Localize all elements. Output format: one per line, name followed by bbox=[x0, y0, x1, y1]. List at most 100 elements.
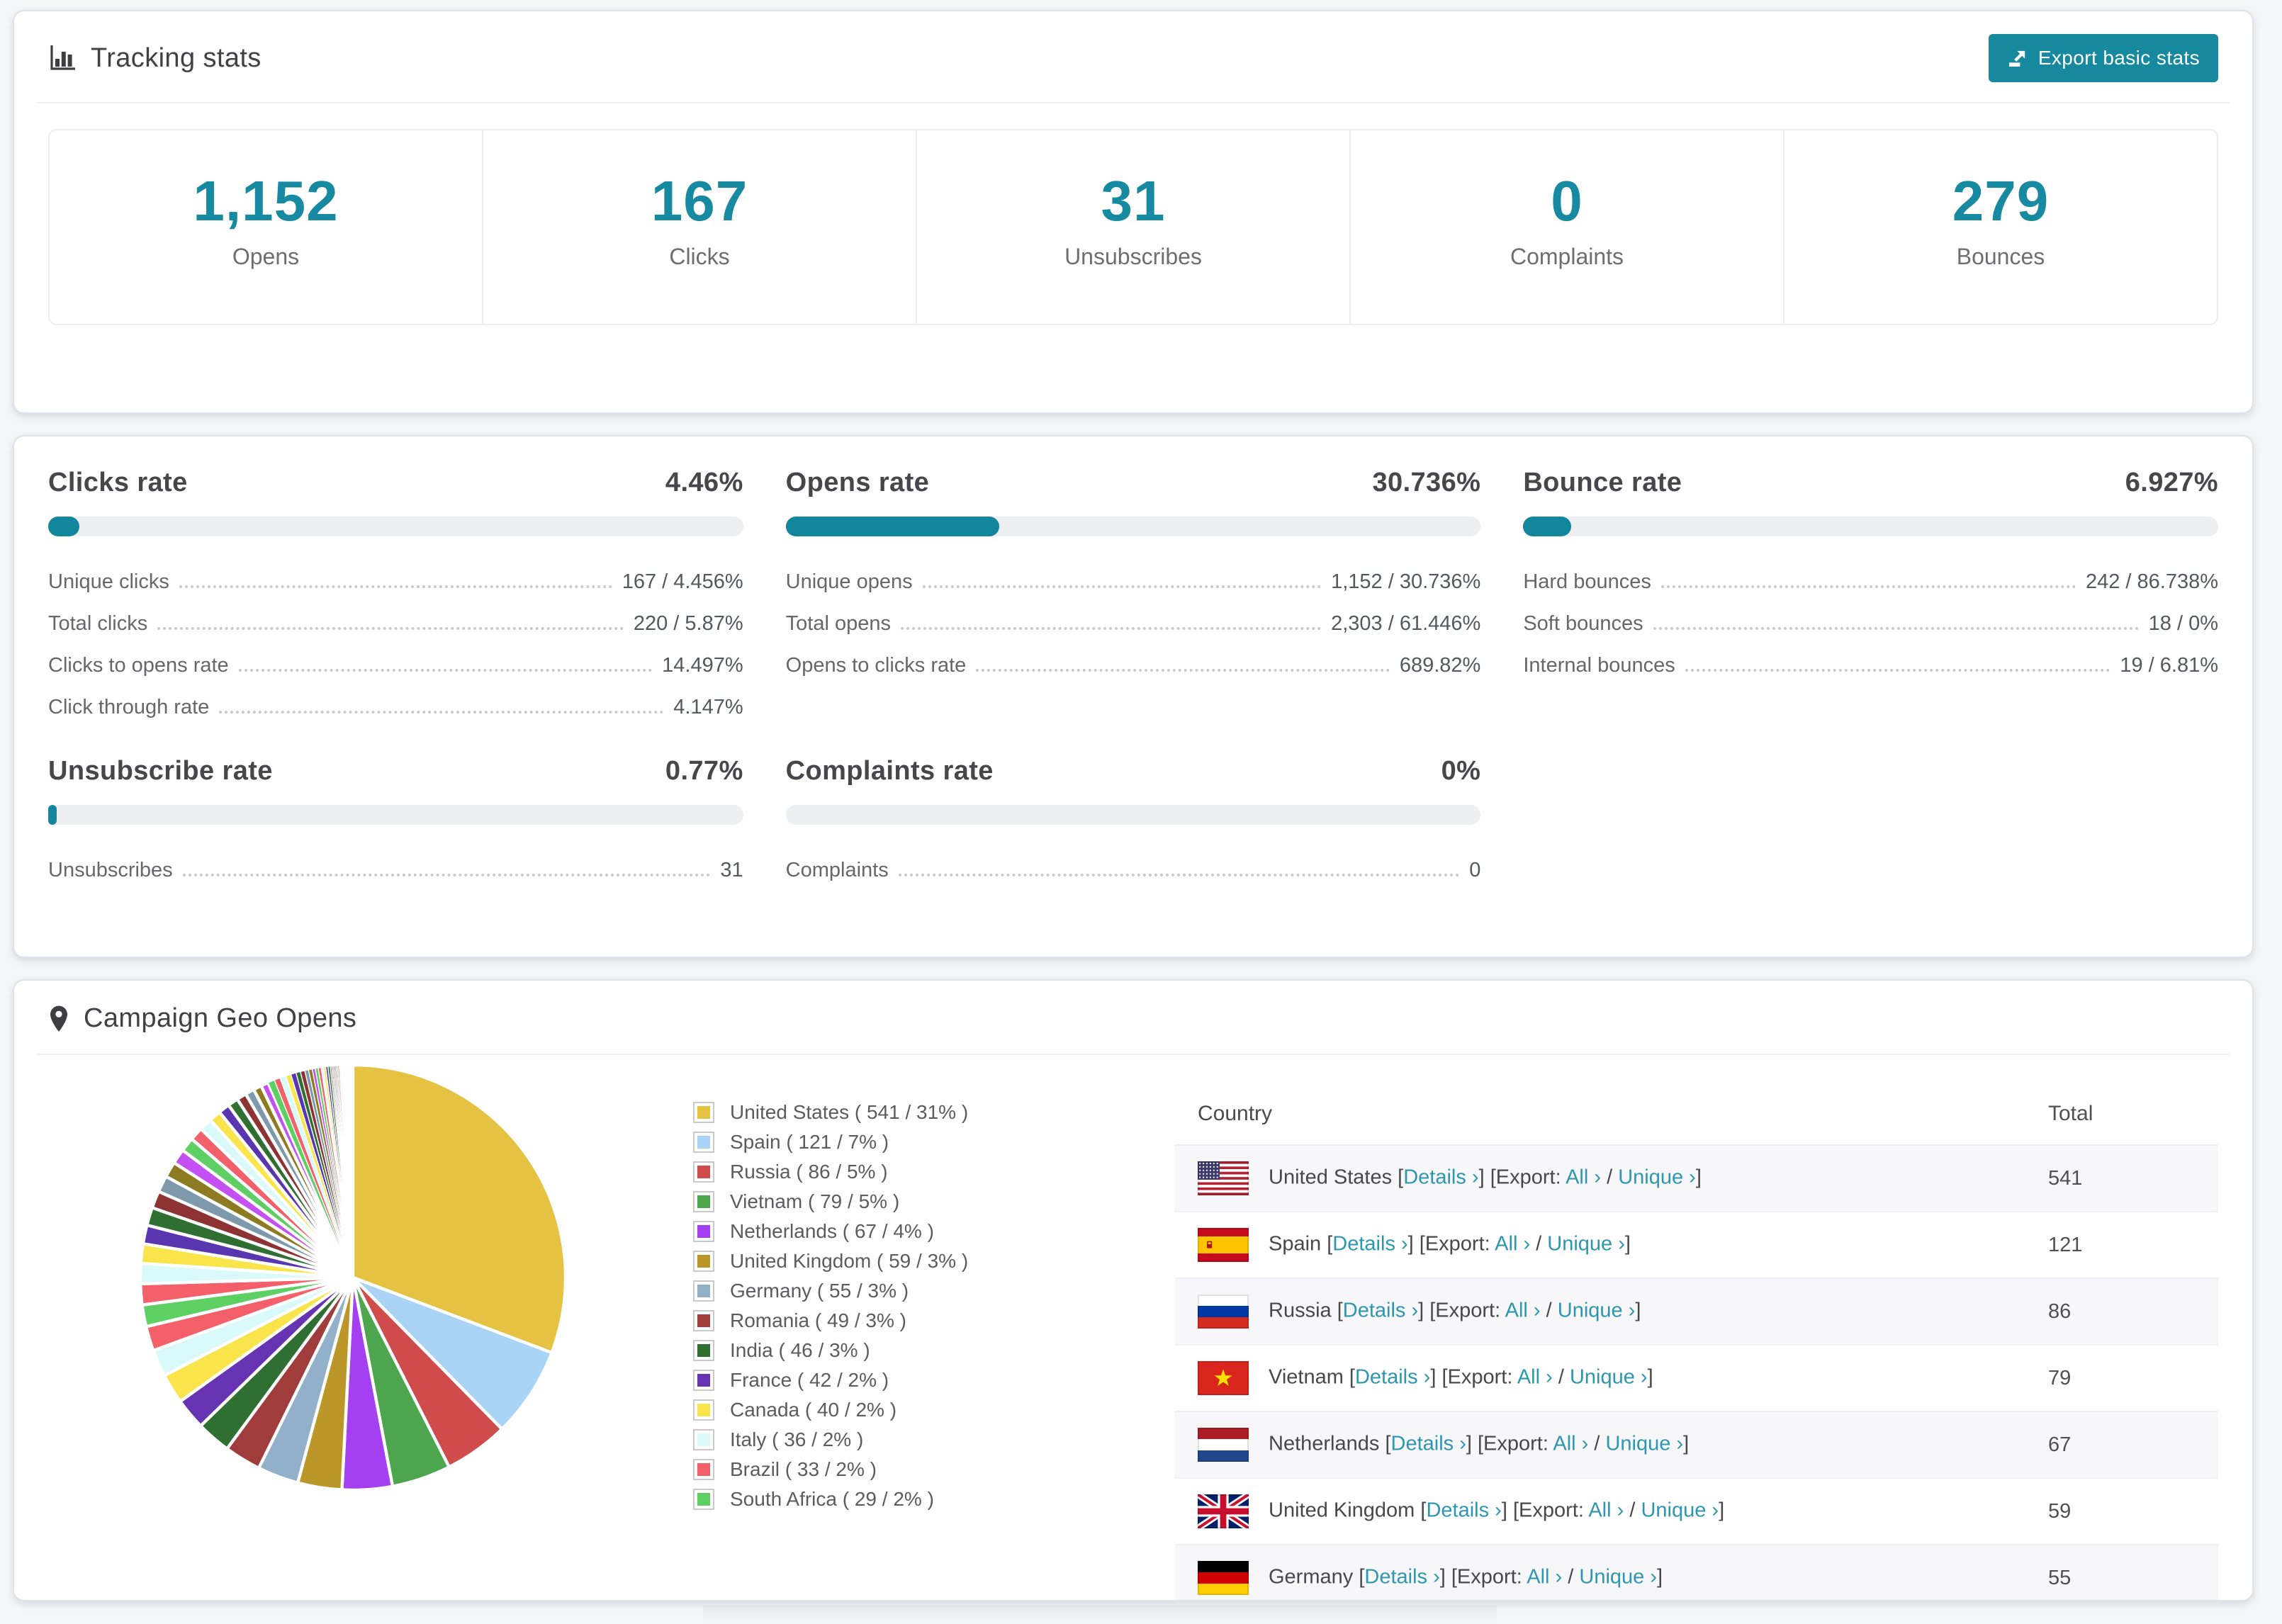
legend-swatch bbox=[693, 1102, 714, 1123]
details-link[interactable]: Details › bbox=[1403, 1166, 1478, 1189]
dotted-leader bbox=[179, 585, 612, 588]
rate-row-clicks-to-opens-rate: Clicks to opens rate 14.497% bbox=[48, 654, 743, 677]
rate-row-complaints: Complaints 0 bbox=[786, 859, 1481, 882]
details-link[interactable]: Details › bbox=[1343, 1299, 1418, 1322]
export-unique-link[interactable]: Unique › bbox=[1641, 1499, 1719, 1522]
legend-item-romania: Romania ( 49 / 3% ) bbox=[693, 1306, 1132, 1336]
rate-row-label: Clicks to opens rate bbox=[48, 654, 229, 677]
details-link[interactable]: Details › bbox=[1364, 1566, 1439, 1589]
stat-complaints: 0 Complaints bbox=[1349, 130, 1783, 324]
header-divider bbox=[37, 102, 2230, 103]
rate-row-total-opens: Total opens 2,303 / 61.446% bbox=[786, 612, 1481, 636]
legend-swatch bbox=[693, 1370, 714, 1391]
legend-label: Netherlands ( 67 / 4% ) bbox=[730, 1220, 934, 1242]
export-unique-link[interactable]: Unique › bbox=[1547, 1233, 1625, 1256]
export-all-link[interactable]: All › bbox=[1527, 1566, 1562, 1589]
legend-swatch bbox=[693, 1310, 714, 1331]
details-link[interactable]: Details › bbox=[1426, 1499, 1501, 1522]
details-link[interactable]: Details › bbox=[1355, 1366, 1430, 1389]
geo-opens-card: Campaign Geo Opens United States ( 541 /… bbox=[13, 979, 2254, 1601]
legend-item-canada: Canada ( 40 / 2% ) bbox=[693, 1395, 1132, 1425]
geo-content: United States ( 541 / 31% ) Spain ( 121 /… bbox=[14, 1055, 2252, 1600]
geo-opens-title: Campaign Geo Opens bbox=[84, 1003, 357, 1033]
rates-grid: Clicks rate 4.46% Unique clicks 167 / 4.456… bbox=[14, 436, 2252, 913]
export-unique-link[interactable]: Unique › bbox=[1579, 1566, 1657, 1589]
export-all-link[interactable]: All › bbox=[1505, 1299, 1541, 1322]
legend-item-brazil: Brazil ( 33 / 2% ) bbox=[693, 1455, 1132, 1484]
country-name: Spain bbox=[1269, 1232, 1327, 1256]
rate-title: Clicks rate bbox=[48, 468, 188, 497]
export-all-link[interactable]: All › bbox=[1517, 1366, 1553, 1389]
export-unique-link[interactable]: Unique › bbox=[1570, 1366, 1648, 1389]
legend-item-united-kingdom: United Kingdom ( 59 / 3% ) bbox=[693, 1246, 1132, 1276]
rate-row-unique-opens: Unique opens 1,152 / 30.736% bbox=[786, 570, 1481, 594]
export-all-link[interactable]: All › bbox=[1553, 1433, 1588, 1455]
flag-ru-icon bbox=[1198, 1295, 1249, 1329]
legend-item-india: India ( 46 / 3% ) bbox=[693, 1336, 1132, 1365]
country-name: Russia bbox=[1269, 1299, 1337, 1322]
export-basic-stats-button[interactable]: Export basic stats bbox=[1988, 34, 2218, 82]
column-header-country: Country bbox=[1198, 1102, 1273, 1125]
export-label: ] [Export: bbox=[1439, 1565, 1527, 1589]
rate-head: Complaints rate 0% bbox=[786, 756, 1481, 786]
rate-row-label: Internal bounces bbox=[1523, 654, 1675, 677]
rate-row-value: 18 / 0% bbox=[2148, 612, 2218, 635]
details-link[interactable]: Details › bbox=[1391, 1433, 1466, 1455]
export-unique-link[interactable]: Unique › bbox=[1558, 1299, 1636, 1322]
export-label: ] [Export: bbox=[1478, 1166, 1566, 1189]
export-unique-link[interactable]: Unique › bbox=[1618, 1166, 1696, 1189]
separator: / bbox=[1601, 1166, 1619, 1189]
export-label: ] [Export: bbox=[1418, 1299, 1505, 1322]
tracking-stats-header: Tracking stats Export basic stats bbox=[14, 11, 2252, 102]
export-unique-link[interactable]: Unique › bbox=[1605, 1433, 1683, 1455]
rate-title: Opens rate bbox=[785, 468, 930, 497]
flag-es-icon bbox=[1198, 1228, 1249, 1262]
details-link[interactable]: Details › bbox=[1332, 1233, 1407, 1256]
legend-label: France ( 42 / 2% ) bbox=[730, 1369, 889, 1391]
legend-item-france: France ( 42 / 2% ) bbox=[693, 1365, 1132, 1395]
legend-swatch bbox=[693, 1489, 714, 1510]
legend-swatch bbox=[693, 1161, 714, 1183]
rate-head: Opens rate 30.736% bbox=[786, 468, 1481, 498]
geo-opens-table: Country Total United States [Details ›] … bbox=[1175, 1083, 2218, 1600]
rate-row-opens-to-clicks-rate: Opens to clicks rate 689.82% bbox=[786, 654, 1481, 677]
rate-value: 4.46% bbox=[665, 468, 743, 497]
rate-row-internal-bounces: Internal bounces 19 / 6.81% bbox=[1523, 654, 2218, 677]
country-total: 59 bbox=[2048, 1499, 2072, 1523]
country-name: Germany bbox=[1269, 1565, 1359, 1589]
country-cell: United Kingdom [Details ›] [Export: All … bbox=[1175, 1478, 2025, 1545]
rate-row-unique-clicks: Unique clicks 167 / 4.456% bbox=[48, 570, 743, 594]
geo-table-header-row: Country Total bbox=[1175, 1083, 2218, 1145]
export-all-link[interactable]: All › bbox=[1588, 1499, 1624, 1522]
bracket: ] bbox=[1635, 1299, 1641, 1322]
stat-value: 1,152 bbox=[193, 169, 339, 232]
stat-value: 31 bbox=[1101, 169, 1166, 232]
country-cell: Russia [Details ›] [Export: All › / Uniq… bbox=[1175, 1278, 2025, 1345]
export-all-link[interactable]: All › bbox=[1566, 1166, 1601, 1189]
progress-bar-clicks-rate bbox=[48, 517, 743, 536]
rate-row-total-clicks: Total clicks 220 / 5.87% bbox=[48, 612, 743, 636]
dotted-leader bbox=[1660, 585, 2076, 588]
separator: / bbox=[1624, 1499, 1641, 1522]
rate-row-click-through-rate: Click through rate 4.147% bbox=[48, 696, 743, 719]
export-all-link[interactable]: All › bbox=[1495, 1233, 1530, 1256]
legend-label: Brazil ( 33 / 2% ) bbox=[730, 1458, 877, 1480]
rate-row-label: Unsubscribes bbox=[48, 859, 173, 881]
bracket: [ bbox=[1385, 1432, 1391, 1455]
progress-bar-unsubscribe-rate bbox=[48, 805, 743, 825]
geo-opens-pie-chart bbox=[138, 1063, 568, 1492]
rate-row-label: Complaints bbox=[785, 859, 889, 881]
stat-unsubscribes: 31 Unsubscribes bbox=[916, 130, 1349, 324]
bracket: ] bbox=[1695, 1166, 1702, 1189]
legend-label: United Kingdom ( 59 / 3% ) bbox=[730, 1250, 969, 1272]
separator: / bbox=[1540, 1299, 1558, 1322]
rate-rows: Complaints 0 bbox=[786, 859, 1481, 882]
progress-fill bbox=[1523, 517, 1572, 536]
rate-row-value: 242 / 86.738% bbox=[2085, 570, 2218, 593]
dotted-leader bbox=[1685, 669, 2110, 672]
dotted-leader bbox=[922, 585, 1322, 588]
rate-value: 6.927% bbox=[2125, 468, 2218, 497]
rate-row-value: 167 / 4.456% bbox=[622, 570, 743, 593]
stat-label: Unsubscribes bbox=[1064, 244, 1202, 269]
separator: / bbox=[1530, 1232, 1548, 1256]
